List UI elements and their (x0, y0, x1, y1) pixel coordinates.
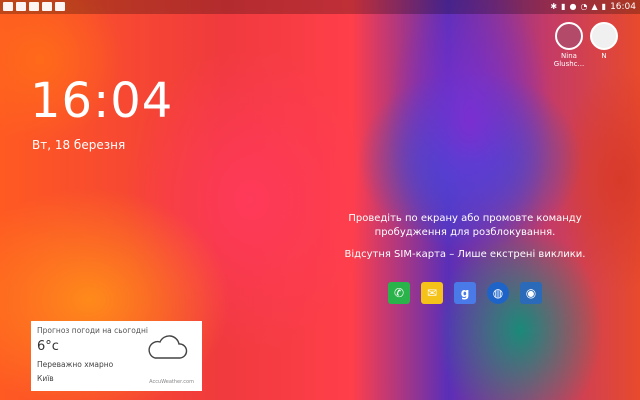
notification-icons (3, 2, 65, 11)
default-user-avatar-icon (590, 22, 618, 50)
weather-city: Київ (37, 374, 54, 383)
phone-shortcut-icon[interactable]: ✆ (388, 282, 410, 304)
signal-icon: ▲ (591, 2, 598, 11)
google-shortcut-icon[interactable]: g (454, 282, 476, 304)
lockscreen-shortcuts: ✆ ✉ g ◍ ◉ (388, 282, 542, 304)
lockscreen-clock: 16:04 (30, 73, 174, 129)
bluetooth-icon: ✱ (550, 2, 558, 11)
email-notification-icon (16, 2, 26, 11)
photo-notification-icon (3, 2, 13, 11)
accuweather-logo: AccuWeather.com (149, 379, 194, 385)
status-time: 16:04 (610, 1, 636, 12)
weather-condition: Переважно хмарно (37, 360, 114, 369)
user-name: Nina Glushc... (553, 52, 585, 68)
email-shortcut-icon[interactable]: ✉ (421, 282, 443, 304)
weather-temperature: 6°c (37, 339, 59, 354)
sim-status-text: Відсутня SIM-карта – Лише екстрені викли… (344, 249, 586, 260)
weather-title: Прогноз погоди на сьогодні (37, 326, 148, 335)
unlock-hint-text: Проведіть по екрану або промовте команду… (348, 213, 582, 238)
cloud-icon (148, 335, 188, 359)
mic-icon: ● (569, 2, 577, 11)
user-name: N (601, 52, 607, 60)
user-avatar-icon (555, 22, 583, 50)
camera-shortcut-icon[interactable]: ◉ (520, 282, 542, 304)
message-notification-icon (29, 2, 39, 11)
user-switch-n[interactable]: N (584, 22, 624, 60)
lockscreen-date: Вт, 18 березня (32, 138, 126, 152)
battery-icon: ▮ (601, 2, 607, 11)
vibrate-icon: ▮ (561, 2, 566, 11)
download-notification-icon (55, 2, 65, 11)
wifi-icon: ◔ (580, 2, 588, 11)
user-switch-nina[interactable]: Nina Glushc... (549, 22, 589, 68)
internet-shortcut-icon[interactable]: ◍ (487, 282, 509, 304)
chat-notification-icon (42, 2, 52, 11)
status-bar: ✱ ▮ ● ◔ ▲ ▮ 16:04 (0, 0, 640, 14)
status-icons: ✱ ▮ ● ◔ ▲ ▮ 16:04 (550, 1, 636, 12)
weather-widget[interactable]: Прогноз погоди на сьогодні 6°c Переважно… (31, 321, 202, 391)
